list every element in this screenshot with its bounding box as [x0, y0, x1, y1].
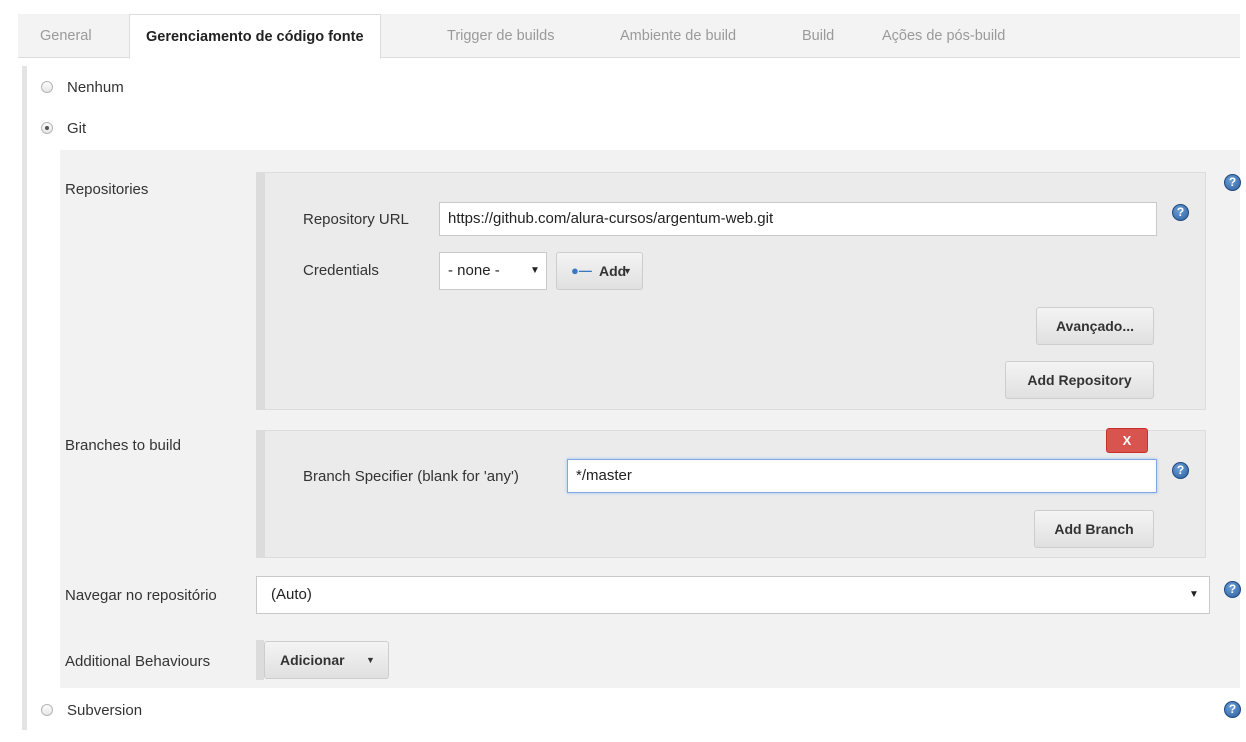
add-behaviour-button[interactable]: Adicionar ▼ [264, 641, 389, 679]
repositories-label: Repositories [65, 181, 149, 198]
caret-down-icon: ▼ [623, 266, 632, 276]
subversion-help-icon[interactable]: ? [1224, 701, 1241, 718]
branch-specifier-help-icon[interactable]: ? [1172, 462, 1189, 479]
tab-post-build-actions[interactable]: Ações de pós-build [880, 14, 1007, 58]
repositories-panel-bar [256, 172, 264, 410]
radio-none[interactable] [41, 81, 53, 93]
behaviours-panel-bar [256, 640, 264, 680]
tab-build[interactable]: Build [800, 14, 836, 58]
add-credentials-button[interactable]: ●— Add ▼ [556, 252, 643, 290]
tab-build-triggers[interactable]: Trigger de builds [445, 14, 556, 58]
branch-specifier-label: Branch Specifier (blank for 'any') [303, 468, 519, 485]
additional-behaviours-label: Additional Behaviours [65, 653, 211, 670]
dropdown-arrow-icon: ▼ [530, 265, 540, 276]
credentials-select[interactable]: - none - ▼ [439, 252, 547, 290]
branches-panel-bar [256, 430, 264, 558]
radio-subversion[interactable] [41, 704, 53, 716]
dropdown-arrow-icon: ▼ [1189, 589, 1199, 600]
radio-subversion-label[interactable]: Subversion [67, 702, 142, 719]
repository-browser-help-icon[interactable]: ? [1224, 581, 1241, 598]
radio-git-label[interactable]: Git [67, 120, 86, 137]
credentials-label: Credentials [303, 262, 379, 279]
add-branch-button[interactable]: Add Branch [1034, 510, 1154, 548]
tab-build-environment[interactable]: Ambiente de build [618, 14, 738, 58]
repository-browser-selected: (Auto) [271, 586, 312, 603]
key-icon: ●— [571, 263, 592, 278]
repository-browser-label: Navegar no repositório [65, 587, 217, 604]
credentials-selected: - none - [448, 262, 500, 279]
radio-none-label[interactable]: Nenhum [67, 79, 124, 96]
repository-url-label: Repository URL [303, 211, 409, 228]
repository-browser-select[interactable]: (Auto) ▼ [256, 576, 1210, 614]
advanced-button[interactable]: Avançado... [1036, 307, 1154, 345]
repository-url-help-icon[interactable]: ? [1172, 204, 1189, 221]
tab-general[interactable]: General [38, 14, 94, 58]
repositories-help-icon[interactable]: ? [1224, 174, 1241, 191]
caret-down-icon: ▼ [366, 655, 375, 665]
delete-branch-button[interactable]: X [1106, 428, 1148, 453]
add-behaviour-label: Adicionar [280, 652, 345, 668]
branch-specifier-input[interactable]: */master [567, 459, 1157, 493]
tab-source-code-management[interactable]: Gerenciamento de código fonte [129, 14, 381, 59]
radio-git[interactable] [41, 122, 53, 134]
branches-label: Branches to build [65, 437, 181, 454]
section-left-bar [22, 66, 27, 730]
add-repository-button[interactable]: Add Repository [1005, 361, 1154, 399]
repository-url-input[interactable]: https://github.com/alura-cursos/argentum… [439, 202, 1157, 236]
